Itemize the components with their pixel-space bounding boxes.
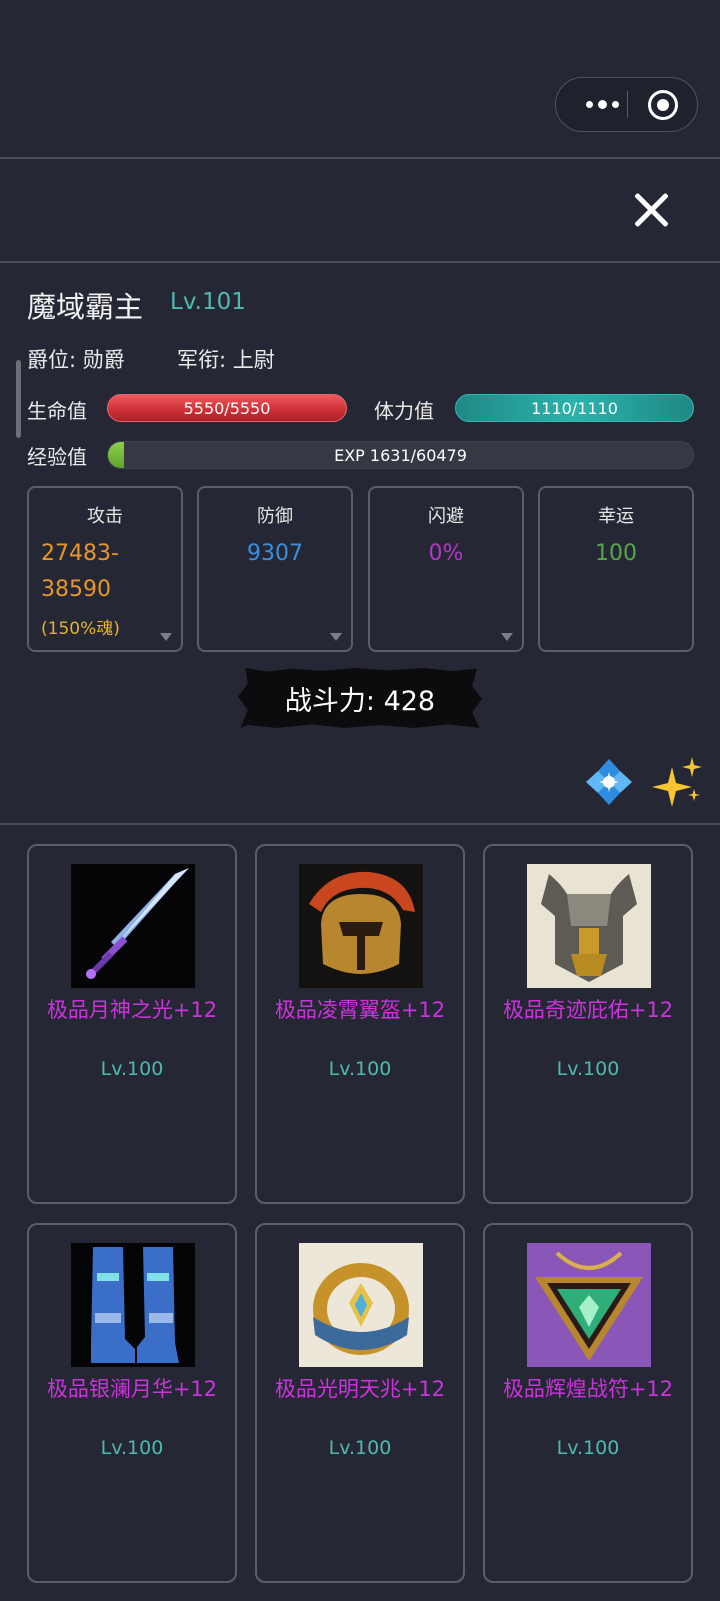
target-circle-icon[interactable]: [648, 90, 678, 120]
triangle-down-icon: [160, 633, 172, 641]
exp-value: EXP 1631/60479: [334, 445, 467, 465]
blue-gem-sparkle-icon[interactable]: [584, 757, 634, 807]
stat-defense[interactable]: 防御 9307: [197, 486, 353, 652]
helmet-icon: [299, 864, 423, 988]
scrollbar[interactable]: [16, 360, 21, 438]
character-name: 魔域霸主: [27, 290, 144, 324]
title-label: 爵位: 勋爵: [27, 348, 125, 372]
equipment-name: 极品月神之光+12: [46, 998, 218, 1022]
hp-label: 生命值: [27, 399, 87, 423]
sparkles-icon[interactable]: [650, 755, 704, 809]
equipment-card[interactable]: 极品辉煌战符+12 Lv.100: [483, 1223, 693, 1583]
triangle-down-icon: [330, 633, 342, 641]
stat-title: 幸运: [598, 506, 634, 527]
hp-value: 5550/5550: [183, 398, 271, 418]
more-dots-icon[interactable]: [578, 78, 626, 130]
boots-icon: [71, 1243, 195, 1367]
equipment-level: Lv.100: [328, 1437, 392, 1459]
stat-extra: (150%魂): [41, 619, 120, 639]
equipment-level: Lv.100: [328, 1058, 392, 1080]
divider: [0, 823, 720, 825]
exp-label: 经验值: [27, 445, 87, 469]
stamina-bar: 1110/1110: [455, 394, 694, 422]
equipment-card[interactable]: 极品月神之光+12 Lv.100: [27, 844, 237, 1204]
triangle-down-icon: [501, 633, 513, 641]
equipment-name: 极品辉煌战符+12: [502, 1377, 674, 1401]
stat-value: 100: [595, 541, 637, 566]
equipment-card[interactable]: 极品凌霄翼盔+12 Lv.100: [255, 844, 465, 1204]
sword-icon: [71, 864, 195, 988]
stat-title: 闪避: [428, 506, 464, 527]
stat-value: 0%: [428, 541, 464, 566]
equipment-level: Lv.100: [556, 1437, 620, 1459]
amulet-icon: [527, 1243, 651, 1367]
character-level: Lv.101: [170, 289, 246, 315]
close-x-icon[interactable]: [628, 188, 674, 234]
stat-attack[interactable]: 攻击 27483-38590 (150%魂): [27, 486, 183, 652]
exp-fill: [108, 442, 124, 468]
equipment-card[interactable]: 极品光明天兆+12 Lv.100: [255, 1223, 465, 1583]
equipment-name: 极品凌霄翼盔+12: [274, 998, 446, 1022]
stat-title: 防御: [257, 506, 293, 527]
equipment-name: 极品光明天兆+12: [274, 1377, 446, 1401]
equipment-card[interactable]: 极品奇迹庇佑+12 Lv.100: [483, 844, 693, 1204]
stat-luck: 幸运 100: [538, 486, 694, 652]
exp-bar: EXP 1631/60479: [107, 441, 694, 469]
stat-dodge[interactable]: 闪避 0%: [368, 486, 524, 652]
rank-label: 军衔: 上尉: [177, 348, 275, 372]
equipment-level: Lv.100: [556, 1058, 620, 1080]
ring-icon: [299, 1243, 423, 1367]
equipment-name: 极品银澜月华+12: [46, 1377, 218, 1401]
stat-value: 27483-38590: [41, 541, 119, 602]
equipment-card[interactable]: 极品银澜月华+12 Lv.100: [27, 1223, 237, 1583]
equipment-name: 极品奇迹庇佑+12: [502, 998, 674, 1022]
equipment-level: Lv.100: [100, 1058, 164, 1080]
stamina-label: 体力值: [374, 399, 434, 423]
equipment-level: Lv.100: [100, 1437, 164, 1459]
stamina-value: 1110/1110: [531, 398, 618, 418]
hp-bar: 5550/5550: [107, 394, 347, 422]
combat-power-badge: 战斗力: 428: [238, 668, 482, 728]
divider: [0, 157, 720, 159]
armor-icon: [527, 864, 651, 988]
capsule-divider: [627, 91, 628, 118]
stat-title: 攻击: [87, 506, 123, 527]
mini-program-capsule: [555, 77, 698, 132]
divider: [0, 261, 720, 263]
stat-value: 9307: [247, 541, 303, 566]
